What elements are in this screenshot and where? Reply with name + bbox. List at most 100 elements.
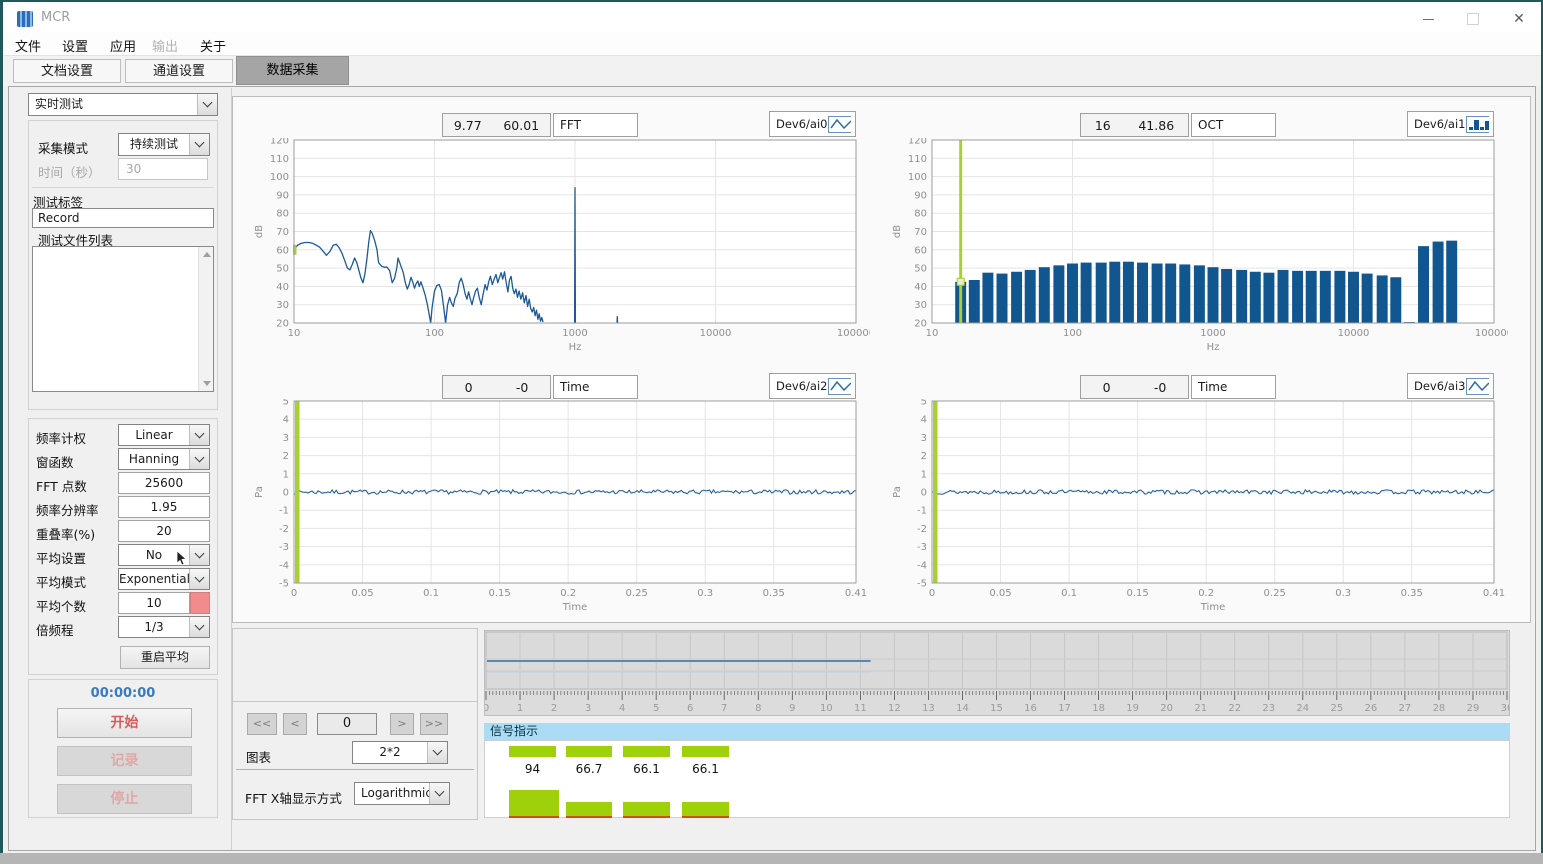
svg-text:0.3: 0.3	[697, 588, 713, 599]
setting-select[interactable]: 1/3	[118, 616, 210, 638]
test-mode-select[interactable]: 实时测试	[28, 93, 218, 116]
tab-1[interactable]: 文档设置	[13, 59, 121, 83]
record-button[interactable]: 记录	[57, 746, 192, 776]
setting-select[interactable]: Exponential	[118, 568, 210, 590]
svg-text:120: 120	[908, 138, 927, 147]
cursor-y-value: 41.86	[1138, 118, 1174, 133]
chart-type-box[interactable]: FFT	[553, 113, 638, 137]
test-file-listbox[interactable]	[32, 246, 214, 392]
svg-text:50: 50	[914, 264, 927, 275]
channel-box[interactable]: Dev6/ai2	[769, 373, 856, 399]
line-chart-icon	[1466, 378, 1490, 395]
svg-text:10: 10	[288, 328, 301, 339]
svg-text:-3: -3	[279, 542, 289, 553]
tab-3[interactable]: 数据采集	[236, 56, 349, 85]
oct-plot[interactable]: 2030405060708090100110120101001000100001…	[878, 138, 1508, 362]
signal-indicator-header: 信号指示	[484, 723, 1510, 740]
svg-text:60: 60	[914, 245, 927, 256]
svg-text:Pa: Pa	[892, 486, 903, 498]
setting-select[interactable]: Hanning	[118, 448, 210, 470]
setting-label: 平均模式	[36, 572, 86, 591]
acq-mode-select[interactable]: 持续测试	[118, 133, 210, 156]
signal-level-bar	[623, 746, 670, 757]
svg-text:2: 2	[921, 451, 927, 462]
scroll-up-icon[interactable]	[199, 247, 214, 262]
restart-average-button[interactable]: 重启平均	[120, 646, 210, 669]
fft-axis-mode-select[interactable]: Logarithmic	[354, 782, 450, 805]
signal-level-bar	[509, 746, 556, 757]
chart-type-box[interactable]: OCT	[1191, 113, 1276, 137]
svg-text:80: 80	[914, 209, 927, 220]
cursor-y-value: -0	[1154, 380, 1166, 395]
menu-item-1[interactable]: 文件	[15, 36, 41, 55]
time-plot[interactable]: -5-4-3-2-101234500.050.10.150.20.250.30.…	[878, 399, 1508, 617]
test-label-input[interactable]: Record	[32, 208, 214, 228]
svg-text:19: 19	[1126, 703, 1139, 714]
svg-text:0: 0	[921, 488, 927, 499]
svg-text:60: 60	[276, 245, 289, 256]
chart-type-box[interactable]: Time	[553, 375, 638, 399]
tab-2[interactable]: 通道设置	[125, 59, 233, 83]
setting-input[interactable]: 20	[118, 520, 210, 542]
setting-input[interactable]: 25600	[118, 472, 210, 494]
svg-text:-1: -1	[279, 506, 289, 517]
prev-frame-button[interactable]: <	[283, 713, 307, 735]
svg-text:90: 90	[914, 190, 927, 201]
svg-text:100: 100	[908, 172, 927, 183]
start-button[interactable]: 开始	[57, 708, 192, 738]
chart-type-box[interactable]: Time	[1191, 375, 1276, 399]
svg-text:24: 24	[1296, 703, 1309, 714]
svg-text:0.05: 0.05	[351, 588, 373, 599]
channel-box[interactable]: Dev6/ai3	[1407, 373, 1494, 399]
chart-fft: 9.77 60.01 FFT Dev6/ai0 2030405060708090…	[240, 110, 870, 362]
setting-input[interactable]: 10	[118, 592, 190, 614]
frame-position-input[interactable]: 0	[317, 713, 377, 735]
channel-label: Dev6/ai0	[776, 117, 828, 131]
svg-text:5: 5	[283, 399, 289, 408]
chart-layout-select[interactable]: 2*2	[352, 741, 448, 764]
next-frame-button[interactable]: >	[390, 713, 414, 735]
svg-text:40: 40	[276, 282, 289, 293]
stop-button[interactable]: 停止	[57, 784, 192, 814]
first-frame-button[interactable]: <<	[247, 713, 277, 735]
divider	[236, 769, 474, 770]
setting-input[interactable]: 1.95	[118, 496, 210, 518]
cursor-x-value: 9.77	[454, 118, 482, 133]
svg-text:5: 5	[653, 703, 659, 714]
menu-item-5[interactable]: 关于	[200, 36, 226, 55]
line-chart-icon	[828, 378, 852, 395]
setting-select[interactable]: No	[118, 544, 210, 566]
menu-item-3[interactable]: 应用	[110, 36, 136, 55]
svg-text:0.35: 0.35	[763, 588, 785, 599]
channel-box[interactable]: Dev6/ai0	[769, 111, 856, 137]
fft-plot[interactable]: 2030405060708090100110120101001000100001…	[240, 138, 870, 362]
setting-select[interactable]: Linear	[118, 424, 210, 446]
svg-text:Hz: Hz	[569, 342, 582, 353]
close-button[interactable]: ✕	[1499, 4, 1539, 34]
minimize-button[interactable]	[1408, 4, 1448, 34]
fft-axis-mode-value: Logarithmic	[355, 783, 429, 804]
svg-text:2: 2	[551, 703, 557, 714]
svg-text:3: 3	[585, 703, 591, 714]
svg-text:Hz: Hz	[1207, 342, 1220, 353]
timeline-ruler[interactable]: 0123456789101112131415161718192021222324…	[485, 631, 1509, 715]
svg-text:80: 80	[276, 209, 289, 220]
channel-box[interactable]: Dev6/ai1	[1407, 111, 1494, 137]
menu-item-4: 输出	[152, 36, 178, 55]
time-input[interactable]: 30	[118, 158, 208, 180]
svg-text:0: 0	[283, 488, 289, 499]
last-frame-button[interactable]: >>	[420, 713, 448, 735]
menu-item-2[interactable]: 设置	[62, 36, 88, 55]
svg-text:28: 28	[1433, 703, 1446, 714]
svg-text:26: 26	[1364, 703, 1377, 714]
listbox-scrollbar[interactable]	[198, 247, 213, 391]
svg-text:40: 40	[914, 282, 927, 293]
bar-chart-icon	[1466, 116, 1490, 133]
timeline-panel[interactable]: 0123456789101112131415161718192021222324…	[484, 630, 1510, 716]
time-plot[interactable]: -5-4-3-2-101234500.050.10.150.20.250.30.…	[240, 399, 870, 617]
maximize-button[interactable]	[1453, 4, 1493, 34]
setting-label: 频率计权	[36, 428, 86, 447]
setting-label: FFT 点数	[36, 476, 87, 495]
scroll-down-icon[interactable]	[199, 376, 214, 391]
svg-text:5: 5	[921, 399, 927, 408]
